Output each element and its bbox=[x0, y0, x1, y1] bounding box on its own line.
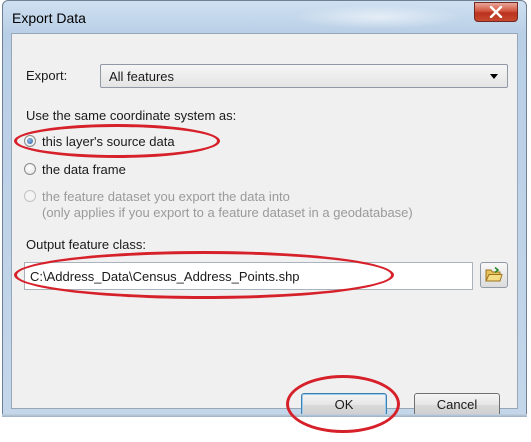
coordinate-heading: Use the same coordinate system as: bbox=[26, 108, 237, 123]
output-path-value: C:\Address_Data\Census_Address_Points.sh… bbox=[30, 269, 300, 284]
radio-feature-dataset-label: the feature dataset you export the data … bbox=[42, 189, 290, 204]
radio-data-frame-label: the data frame bbox=[42, 162, 126, 177]
export-data-dialog: Export Data Export: All features Use the… bbox=[2, 0, 527, 417]
close-icon bbox=[489, 6, 503, 18]
folder-open-icon bbox=[485, 267, 503, 282]
radio-button[interactable] bbox=[24, 163, 36, 175]
radio-button bbox=[24, 190, 36, 202]
dialog-body: Export: All features Use the same coordi… bbox=[11, 33, 518, 417]
window-bottom-edge bbox=[2, 414, 527, 417]
radio-button[interactable] bbox=[24, 135, 36, 147]
browse-button[interactable] bbox=[480, 262, 508, 288]
chevron-down-icon bbox=[490, 74, 498, 79]
export-select[interactable]: All features bbox=[100, 64, 508, 88]
output-path-input[interactable]: C:\Address_Data\Census_Address_Points.sh… bbox=[24, 262, 473, 290]
close-button[interactable] bbox=[474, 2, 518, 22]
title-bar: Export Data bbox=[3, 1, 526, 33]
background-strip bbox=[0, 414, 531, 442]
radio-feature-dataset-note: (only applies if you export to a feature… bbox=[42, 205, 413, 220]
export-selected-value: All features bbox=[109, 69, 175, 84]
output-label: Output feature class: bbox=[26, 237, 146, 252]
radio-source-data-label: this layer's source data bbox=[42, 134, 175, 149]
dialog-title: Export Data bbox=[12, 10, 86, 26]
title-glow bbox=[293, 5, 463, 29]
export-label: Export: bbox=[26, 68, 68, 83]
